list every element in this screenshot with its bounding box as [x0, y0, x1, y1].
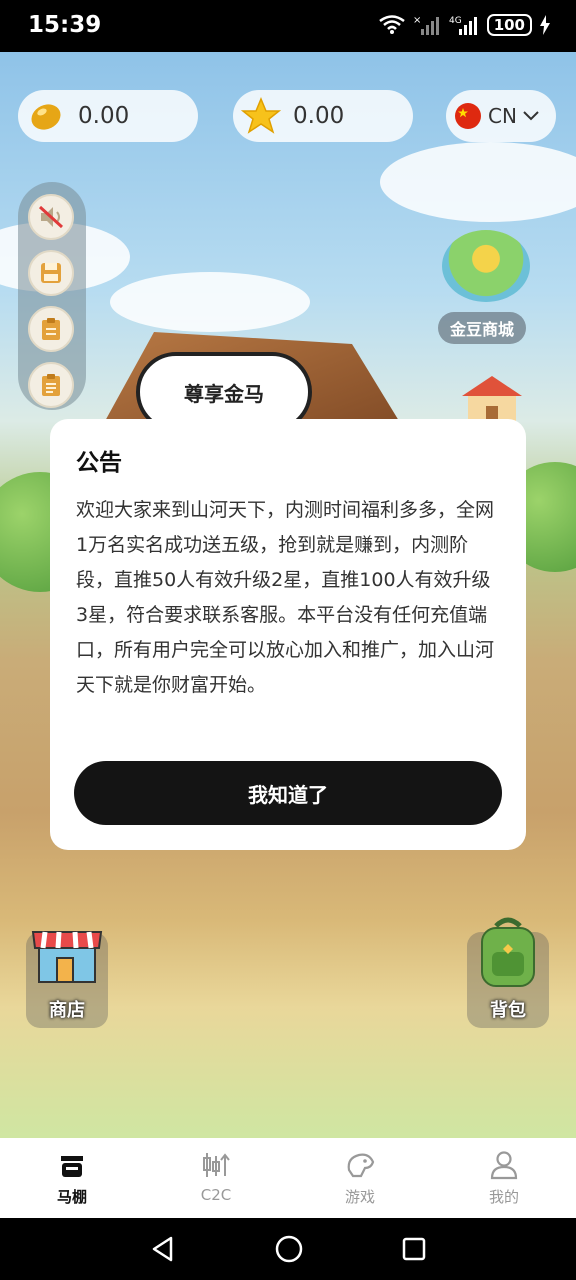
backpack-button[interactable]: 背包: [467, 917, 549, 1028]
shop-icon: [31, 931, 103, 983]
clipboard-icon: [42, 374, 60, 396]
svg-text:×: ×: [413, 15, 421, 26]
svg-text:4G: 4G: [449, 16, 462, 26]
status-icons: × 4G 100: [378, 14, 550, 36]
recent-apps-icon[interactable]: [401, 1236, 427, 1262]
golden-bean-icon: [31, 104, 61, 130]
system-navigation-bar: [0, 1218, 576, 1280]
charging-icon: [540, 15, 550, 35]
tab-profile[interactable]: 我的: [432, 1138, 576, 1218]
signal-4g-icon: 4G: [449, 16, 477, 35]
save-icon: [41, 263, 61, 283]
tab-games[interactable]: 游戏: [288, 1138, 432, 1218]
cloud-decoration: [110, 272, 310, 332]
vip-label: 尊享金马: [184, 382, 264, 406]
dialog-title: 公告: [76, 450, 122, 476]
beans-balance[interactable]: 0.00: [18, 90, 198, 142]
language-selector[interactable]: CN: [446, 90, 556, 142]
tab-stable[interactable]: 马棚: [0, 1138, 144, 1218]
profile-icon: [490, 1151, 518, 1180]
announcement-dialog: 公告 欢迎大家来到山河天下，内测时间福利多多，全网1万名实名成功送五级，抢到就是…: [50, 419, 526, 850]
stable-icon: [61, 1156, 83, 1177]
candlestick-icon: [203, 1153, 230, 1177]
bottom-tab-bar: 马棚 C2C 游戏 我的: [0, 1138, 576, 1218]
language-code: CN: [488, 104, 517, 128]
save-button[interactable]: [28, 250, 74, 296]
notes-icon: [42, 318, 60, 340]
status-bar: 15:39 × 4G 100: [0, 0, 576, 52]
horse-head-icon: [347, 1153, 375, 1178]
beans-value: 0.00: [78, 103, 130, 129]
stars-value: 0.00: [293, 103, 345, 129]
notes-button[interactable]: [28, 306, 74, 352]
shop-button[interactable]: 商店: [26, 931, 108, 1028]
wifi-icon: [378, 15, 405, 34]
signal-x-icon: ×: [413, 15, 439, 35]
tab-stable-label: 马棚: [56, 1188, 87, 1206]
cloud-decoration: [380, 142, 576, 222]
battery-indicator: 100: [486, 14, 532, 36]
status-time: 15:39: [28, 12, 102, 38]
china-flag-icon: [455, 103, 481, 129]
gold-bean-mall-label[interactable]: 金豆商城: [438, 312, 527, 344]
mute-button[interactable]: [28, 194, 74, 240]
home-icon[interactable]: [274, 1234, 304, 1264]
tab-profile-label: 我的: [488, 1188, 519, 1206]
chevron-down-icon: [523, 111, 539, 121]
star-icon: [241, 97, 281, 134]
shop-label: 商店: [49, 1000, 85, 1021]
gold-bean-mall-icon[interactable]: [442, 230, 530, 302]
tab-c2c-label: C2C: [200, 1186, 232, 1204]
dialog-message: 欢迎大家来到山河天下，内测时间福利多多，全网1万名实名成功送五级，抢到就是赚到，…: [76, 499, 495, 696]
mute-icon: [38, 205, 64, 229]
backpack-label: 背包: [490, 1000, 526, 1021]
back-icon[interactable]: [149, 1235, 177, 1263]
tab-c2c[interactable]: C2C: [144, 1138, 288, 1218]
backpack-icon: [481, 917, 535, 987]
tab-games-label: 游戏: [344, 1188, 375, 1206]
side-toolbar: [18, 182, 86, 410]
stars-balance[interactable]: 0.00: [233, 90, 413, 142]
clipboard-button[interactable]: [28, 362, 74, 408]
acknowledge-button[interactable]: 我知道了: [74, 761, 502, 825]
